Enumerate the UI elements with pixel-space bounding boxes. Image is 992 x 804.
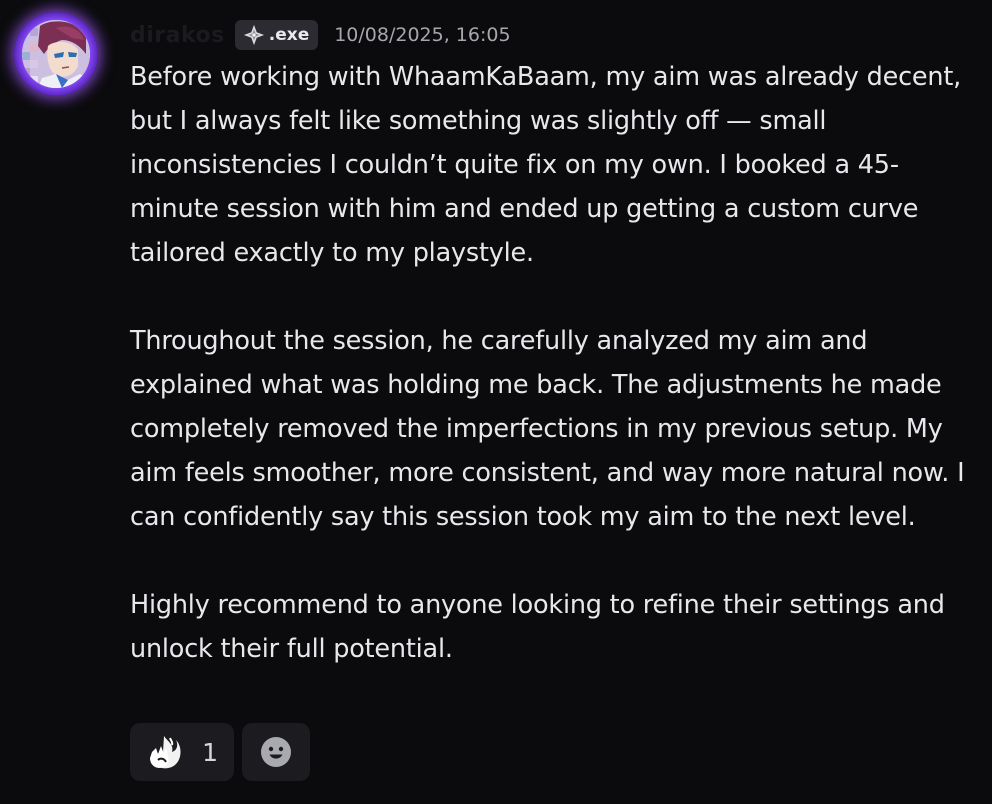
- username[interactable]: dirakos: [130, 23, 225, 48]
- chat-message: dirakos .exe 10/08/2025, 16:05 Before wo…: [0, 0, 992, 804]
- message-paragraph-1: Before working with WhaamKaBaam, my aim …: [130, 62, 962, 268]
- avatar[interactable]: [22, 20, 90, 88]
- anime-character-avatar-icon: [22, 20, 90, 88]
- message-timestamp[interactable]: 10/08/2025, 16:05: [334, 24, 510, 46]
- message-paragraph-2: Throughout the session, he carefully ana…: [130, 326, 965, 532]
- reaction-count: 1: [202, 737, 218, 767]
- diamond-sparkle-icon: [243, 24, 264, 46]
- message-header: dirakos .exe 10/08/2025, 16:05: [130, 18, 511, 52]
- fire-hand-icon: [150, 736, 181, 769]
- server-tag-label: .exe: [268, 25, 310, 45]
- add-reaction-button[interactable]: [242, 723, 310, 781]
- message-paragraph-3: Highly recommend to anyone looking to re…: [130, 590, 945, 664]
- reaction-fire-hand[interactable]: 1: [130, 723, 234, 781]
- reactions-bar: 1: [130, 723, 310, 781]
- avatar-decoration[interactable]: [14, 12, 98, 96]
- message-content: Before working with WhaamKaBaam, my aim …: [130, 55, 970, 671]
- server-tag[interactable]: .exe: [234, 20, 319, 50]
- smiley-icon: [261, 737, 291, 767]
